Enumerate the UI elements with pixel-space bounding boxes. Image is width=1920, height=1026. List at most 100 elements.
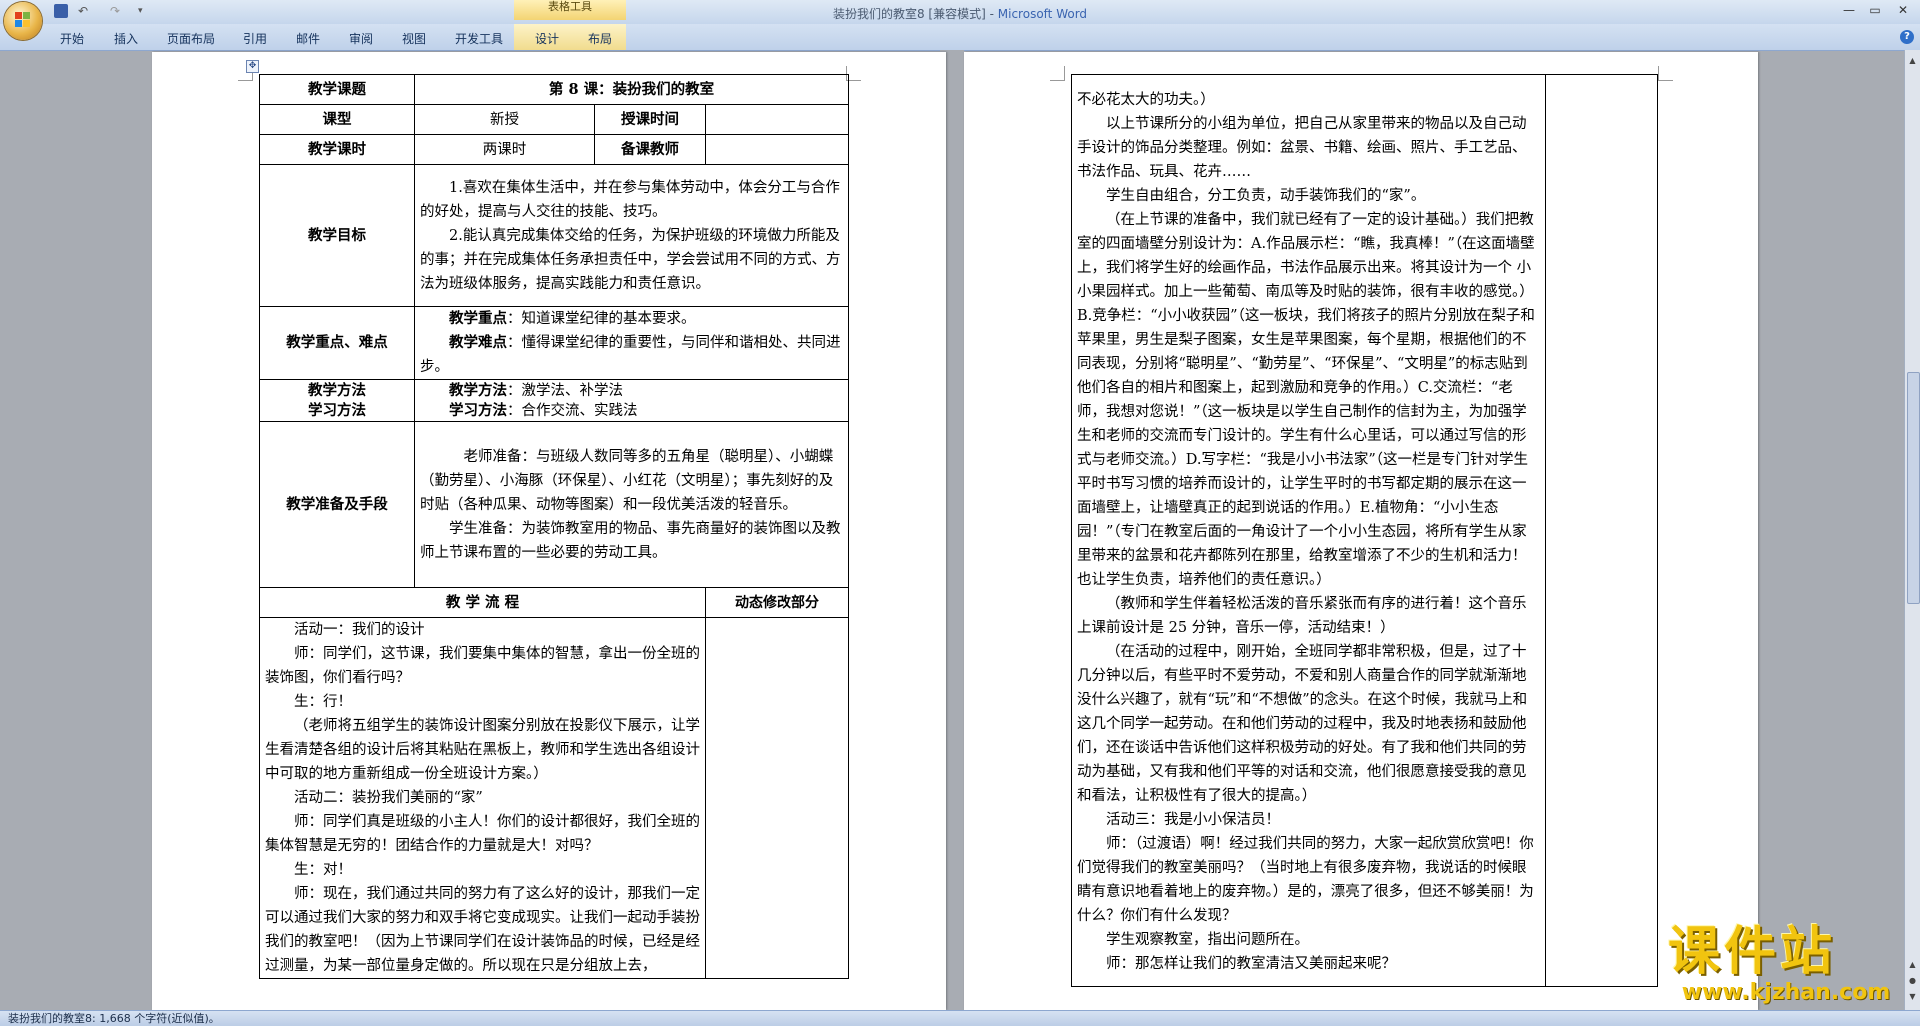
site-watermark: 课件站 www.kjzhan.com: [1668, 921, 1904, 1006]
tab-layout[interactable]: 布局: [588, 30, 612, 47]
lesson-type-value-cell[interactable]: 新授: [414, 104, 595, 135]
key-points-label-cell[interactable]: 教学重点、难点: [259, 306, 415, 380]
teaching-method-text: ：激学法、补学法: [507, 382, 623, 399]
process-paragraph: 师：同学们真是班级的小主人！你们的设计都很好，我们全班的集体智慧是无穷的！团结合…: [265, 814, 700, 854]
prep-label: 教学准备及手段: [286, 495, 388, 513]
process-paragraph: （老师将五组学生的装饰设计图案分别放在投影仪下展示，让学生看清楚各组的设计后将其…: [265, 718, 700, 782]
table-row: 教 学 流 程 动态修改部分: [259, 587, 850, 618]
key-point-label: 教学重点: [449, 310, 507, 327]
prep-content-cell[interactable]: 老师准备：与班级人数同等多的五角星（聪明星）、小蝴蝶（勤劳星）、小海豚（环保星）…: [413, 421, 850, 588]
next-page-icon[interactable]: ▼: [1907, 992, 1918, 1002]
table-row: 活动一：我们的设计师：同学们，这节课，我们要集中集体的智慧，拿出一份全班的装饰图…: [259, 617, 850, 979]
process-paragraph: 以上节课所分的小组为单位，把自己从家里带来的物品以及自己动手设计的饰品分类整理。…: [1077, 115, 1527, 180]
tab-developer[interactable]: 开发工具: [455, 30, 503, 47]
process-paragraph: 生：对！: [294, 862, 352, 878]
learning-method-line: 学习方法：合作交流、实践法: [420, 401, 843, 421]
process-paragraph: 学生观察教室，指出问题所在。: [1106, 931, 1309, 948]
minimize-button[interactable]: —: [1838, 2, 1860, 18]
key-points-content-cell[interactable]: 教学重点：知道课堂纪律的基本要求。 教学难点：懂得课堂纪律的重要性，与同伴和谐相…: [413, 306, 850, 380]
process-paragraph: 活动一：我们的设计: [294, 622, 425, 638]
key-point-text: ：知道课堂纪律的基本要求。: [507, 311, 696, 327]
topic-value-cell[interactable]: 第 8 课：装扮我们的教室: [413, 74, 850, 105]
goals-content-cell[interactable]: 1.喜欢在集体生活中，并在参与集体劳动中，体会分工与合作的好处，提高与人交往的技…: [413, 164, 850, 307]
browse-object-icon[interactable]: ●: [1907, 976, 1918, 986]
process-paragraph: （在上节课的准备中，我们就已经有了一定的设计基础。）我们把教室的四面墙壁分别设计…: [1077, 211, 1535, 588]
close-button[interactable]: ✕: [1892, 2, 1914, 18]
tab-insert[interactable]: 插入: [114, 30, 138, 47]
process-header-cell[interactable]: 教 学 流 程: [259, 587, 706, 618]
table-row: 教学课时 两课时 备课教师: [259, 134, 850, 165]
scrollbar-thumb[interactable]: [1907, 372, 1920, 604]
teacher-prep: 老师准备：与班级人数同等多的五角星（聪明星）、小蝴蝶（勤劳星）、小海豚（环保星）…: [420, 448, 834, 513]
periods-value-cell[interactable]: 两课时: [414, 134, 595, 165]
table-row: 教学准备及手段 老师准备：与班级人数同等多的五角星（聪明星）、小蝴蝶（勤劳星）、…: [259, 421, 850, 588]
teacher-label: 备课教师: [621, 140, 679, 158]
goal-1: 1.喜欢在集体生活中，并在参与集体劳动中，体会分工与合作的好处，提高与人交往的技…: [420, 179, 840, 220]
teaching-method-line: 教学方法：激学法、补学法: [420, 381, 843, 401]
prep-label-cell[interactable]: 教学准备及手段: [259, 421, 415, 588]
process-paragraph: 活动二：装扮我们美丽的“家”: [294, 790, 483, 806]
class-time-label: 授课时间: [621, 110, 679, 128]
office-button[interactable]: [4, 2, 42, 40]
tab-mailings[interactable]: 邮件: [296, 30, 320, 47]
lesson-plan-table[interactable]: 教学课题 第 8 课：装扮我们的教室 课型 新授 授课时间 教学课时 两课时 备…: [259, 74, 850, 979]
watermark-title: 课件站: [1668, 921, 1837, 982]
app-name: Microsoft Word: [997, 7, 1088, 21]
table-row: 教学目标 1.喜欢在集体生活中，并在参与集体劳动中，体会分工与合作的好处，提高与…: [259, 164, 850, 307]
tab-references[interactable]: 引用: [243, 30, 267, 47]
word-count-status[interactable]: 装扮我们的教室8: 1,668 个字符(近似值)。: [8, 1011, 220, 1026]
revision-header-cell[interactable]: 动态修改部分: [704, 587, 850, 618]
periods-value: 两课时: [482, 141, 527, 158]
status-bar: 装扮我们的教室8: 1,668 个字符(近似值)。: [0, 1010, 1920, 1026]
process-continued-cell[interactable]: 不必花太大的功夫。） 以上节课所分的小组为单位，把自己从家里带来的物品以及自己动手…: [1071, 74, 1546, 987]
table-row: 教学课题 第 8 课：装扮我们的教室: [259, 74, 850, 105]
tab-view[interactable]: 视图: [402, 30, 426, 47]
process-content-cell[interactable]: 活动一：我们的设计师：同学们，这节课，我们要集中集体的智慧，拿出一份全班的装饰图…: [259, 617, 706, 979]
title-bar: ↶ ↷ ▾ 表格工具 装扮我们的教室8 [兼容模式] - Microsoft W…: [0, 0, 1920, 24]
process-paragraph: 师：同学们，这节课，我们要集中集体的智慧，拿出一份全班的装饰图，你们看行吗？: [265, 646, 700, 686]
prev-page-icon[interactable]: ▲: [1907, 960, 1918, 970]
teaching-method-label: 教学方法: [308, 381, 366, 399]
class-time-value-cell[interactable]: [704, 104, 850, 135]
table-row: 教学方法 学习方法 教学方法：激学法、补学法 学习方法：合作交流、实践法: [259, 379, 850, 422]
methods-label-cell[interactable]: 教学方法 学习方法: [259, 379, 415, 422]
table-row: 不必花太大的功夫。） 以上节课所分的小组为单位，把自己从家里带来的物品以及自己动手…: [1071, 74, 1658, 987]
margin-mark: [1050, 66, 1065, 81]
window-title: 装扮我们的教室8 [兼容模式] - Microsoft Word: [0, 5, 1920, 22]
process-paragraph: （教师和学生伴着轻松活泼的音乐紧张而有序的进行着！这个音乐上课前设计是 25 分…: [1077, 595, 1527, 636]
key-points-label: 教学重点、难点: [286, 334, 388, 351]
watermark-url: www.kjzhan.com: [1681, 980, 1891, 1005]
revision-content-cell[interactable]: [704, 617, 850, 979]
methods-content-cell[interactable]: 教学方法：激学法、补学法 学习方法：合作交流、实践法: [413, 379, 850, 422]
revision-header: 动态修改部分: [735, 594, 819, 611]
maximize-button[interactable]: ▭: [1864, 2, 1886, 18]
process-paragraph: 生：行！: [294, 694, 352, 710]
periods-label: 教学课时: [308, 140, 366, 158]
tab-design[interactable]: 设计: [535, 30, 559, 47]
class-time-label-cell[interactable]: 授课时间: [594, 104, 706, 135]
table-row: 课型 新授 授课时间: [259, 104, 850, 135]
difficulty-label: 教学难点: [449, 334, 507, 351]
goal-2: 2.能认真完成集体交给的任务，为保护班级的环境做力所能及的事；并在完成集体任务承…: [420, 227, 841, 292]
process-paragraph: 师：现在，我们通过共同的努力有了这么好的设计，那我们一定可以通过我们大家的努力和…: [265, 886, 700, 974]
teacher-value-cell[interactable]: [704, 134, 850, 165]
ribbon-tab-bar: 开始 插入 页面布局 引用 邮件 审阅 视图 开发工具 设计 布局 ?: [0, 24, 1920, 51]
lesson-type-label-cell[interactable]: 课型: [259, 104, 415, 135]
goals-label-cell[interactable]: 教学目标: [259, 164, 415, 307]
margin-mark: [1658, 66, 1673, 81]
learning-method-text: ：合作交流、实践法: [507, 402, 638, 419]
goals-label: 教学目标: [308, 226, 366, 244]
difficulty-line: 教学难点：懂得课堂纪律的重要性，与同伴和谐相处、共同进步。: [420, 331, 843, 379]
table-move-handle-icon[interactable]: ✥: [246, 60, 259, 73]
tab-page-layout[interactable]: 页面布局: [167, 30, 215, 47]
scroll-up-icon[interactable]: ▲: [1907, 56, 1918, 66]
teacher-label-cell[interactable]: 备课教师: [594, 134, 706, 165]
tab-review[interactable]: 审阅: [349, 30, 373, 47]
periods-label-cell[interactable]: 教学课时: [259, 134, 415, 165]
help-icon[interactable]: ?: [1900, 30, 1914, 44]
lesson-plan-table-continued[interactable]: 不必花太大的功夫。） 以上节课所分的小组为单位，把自己从家里带来的物品以及自己动手…: [1071, 74, 1658, 987]
tab-home[interactable]: 开始: [60, 30, 84, 47]
topic-label-cell[interactable]: 教学课题: [259, 74, 415, 105]
revision-continued-cell[interactable]: [1545, 74, 1658, 987]
process-paragraph: 师：（过渡语）啊！经过我们共同的努力，大家一起欣赏欣赏吧！你们觉得我们的教室美丽…: [1077, 835, 1534, 924]
